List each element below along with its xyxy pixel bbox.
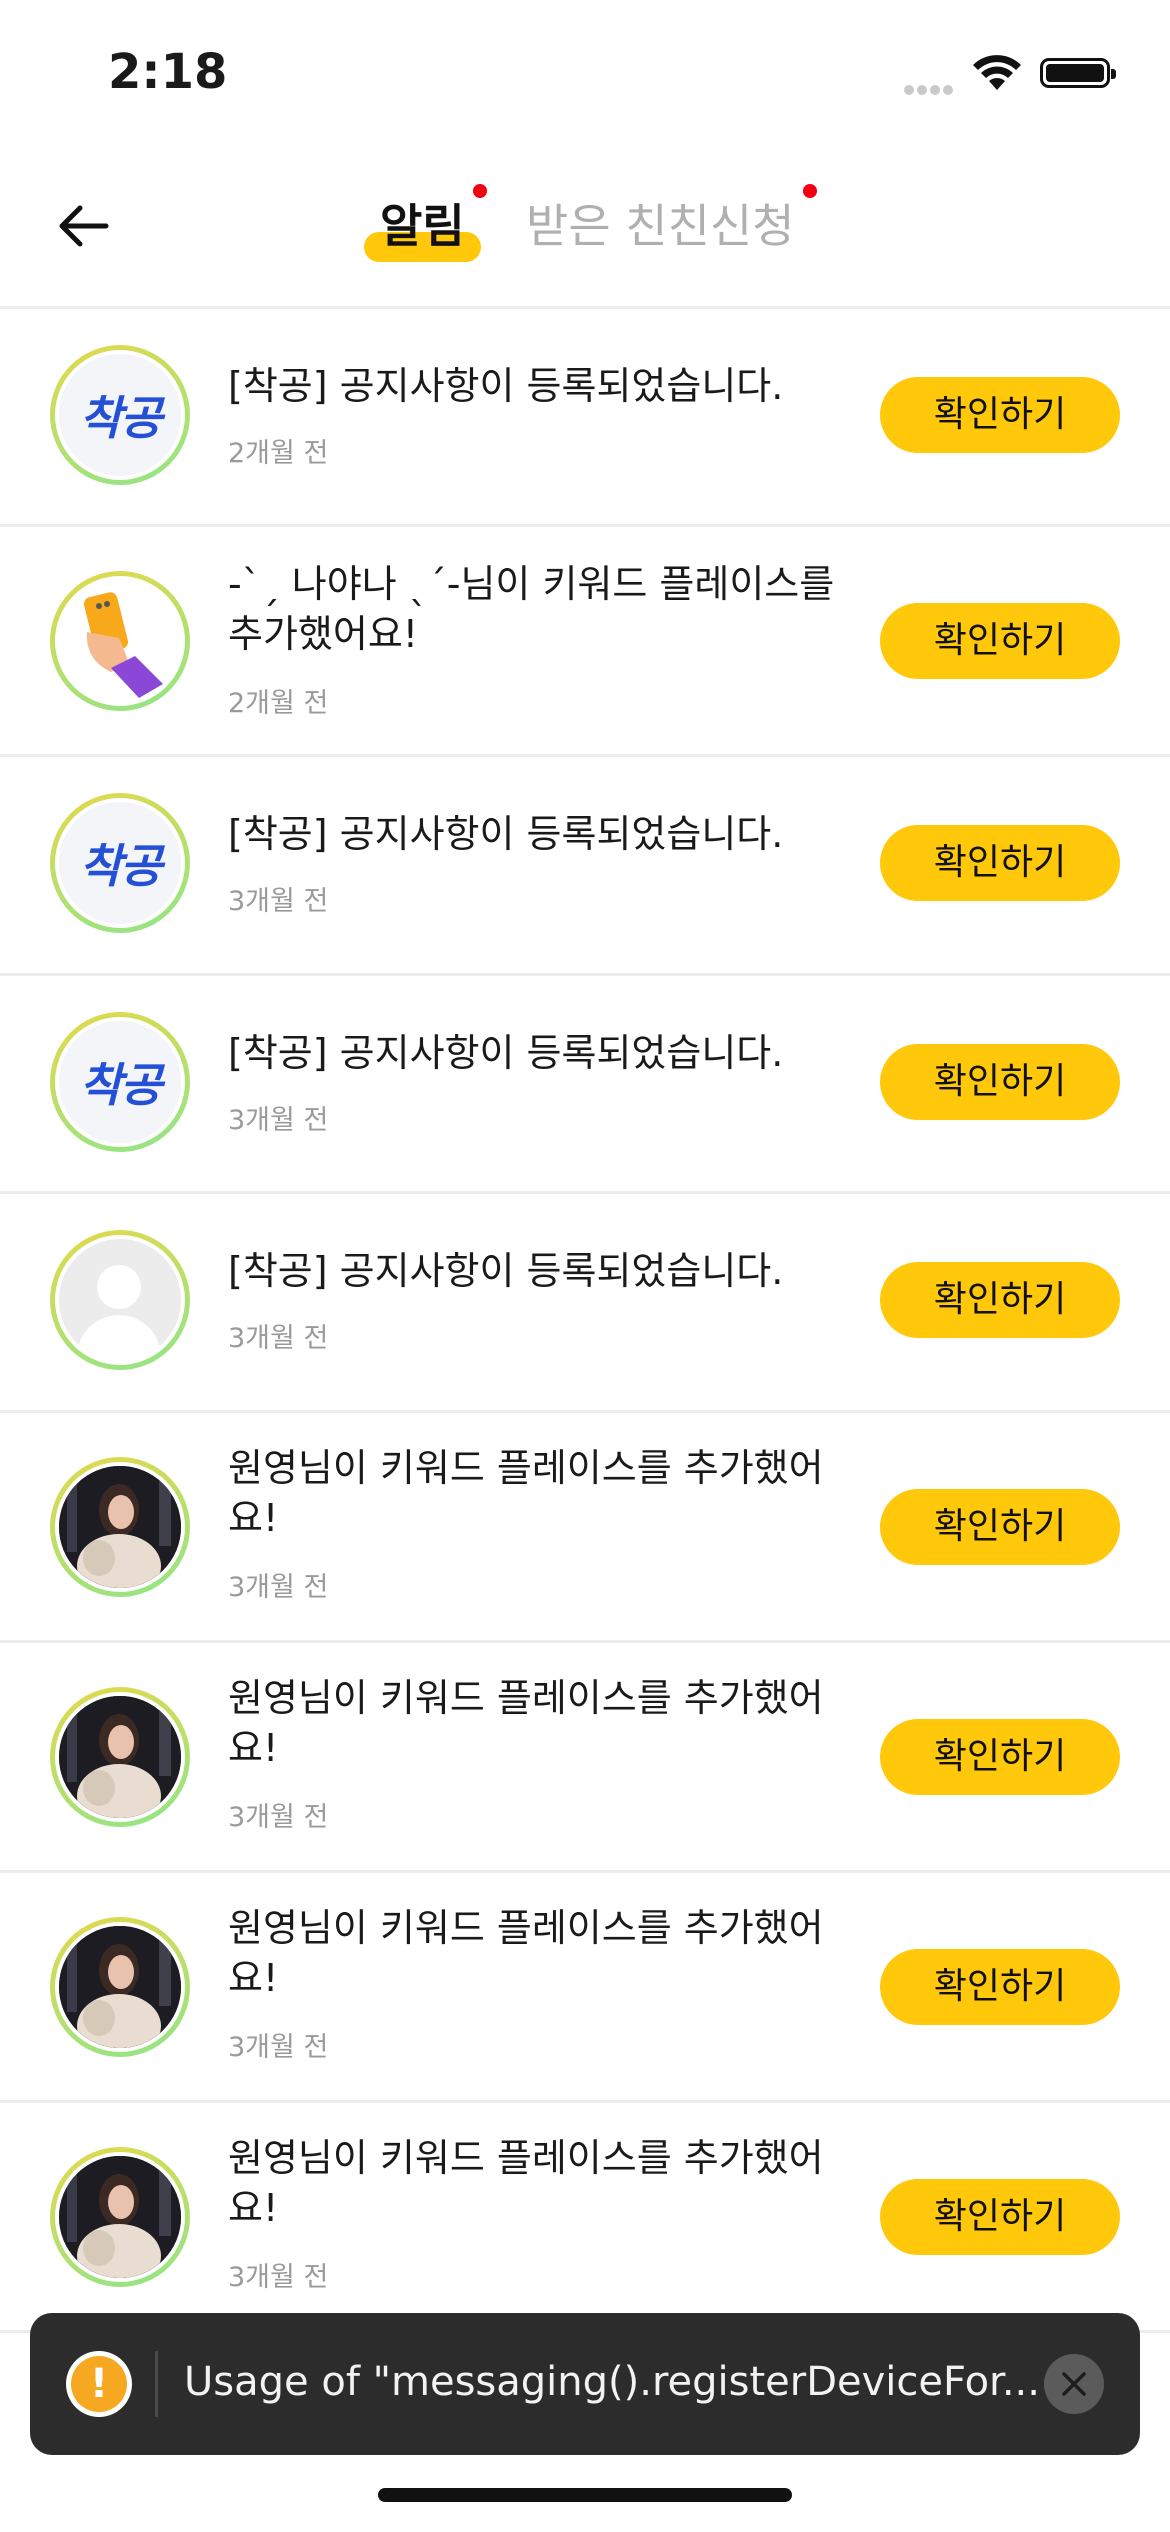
tab-notifications-label: 알림 <box>380 199 465 253</box>
warning-toast[interactable]: ! Usage of "messaging().registerDeviceFo… <box>30 2313 1140 2455</box>
confirm-button[interactable]: 확인하기 <box>880 1044 1120 1120</box>
confirm-button[interactable]: 확인하기 <box>880 1262 1120 1338</box>
notification-message: 원영님이 키워드 플레이스를 추가했어요! <box>228 1676 824 1770</box>
notification-row: 원영님이 키워드 플레이스를 추가했어요! 3개월 전 확인하기 <box>0 2103 1170 2333</box>
profile-photo <box>59 1926 181 2048</box>
signal-icon <box>904 80 956 99</box>
notification-row: 착공 [착공] 공지사항이 등록되었습니다. 3개월 전 확인하기 <box>0 976 1170 1194</box>
notification-time: 3개월 전 <box>228 1105 329 1136</box>
avatar <box>50 1230 190 1370</box>
notification-row: [착공] 공지사항이 등록되었습니다. 3개월 전 확인하기 <box>0 1194 1170 1413</box>
toast-message: Usage of "messaging().registerDeviceFor.… <box>184 2359 1040 2405</box>
status-time: 2:18 <box>108 44 228 100</box>
wifi-icon <box>973 55 1021 90</box>
notification-time: 3개월 전 <box>228 886 329 917</box>
notification-time: 2개월 전 <box>228 688 329 719</box>
notification-time: 3개월 전 <box>228 1572 329 1603</box>
home-indicator[interactable] <box>378 2488 792 2502</box>
confirm-button[interactable]: 확인하기 <box>880 603 1120 679</box>
toast-divider <box>155 2351 158 2417</box>
avatar <box>50 2147 190 2287</box>
hand-phone-emoji-icon <box>83 592 163 698</box>
avatar <box>50 1917 190 2057</box>
notification-row: 원영님이 키워드 플레이스를 추가했어요! 3개월 전 확인하기 <box>0 1643 1170 1873</box>
notification-message: 원영님이 키워드 플레이스를 추가했어요! <box>228 1906 824 2000</box>
notification-message: 원영님이 키워드 플레이스를 추가했어요! <box>228 1446 824 1540</box>
notification-row: 원영님이 키워드 플레이스를 추가했어요! 3개월 전 확인하기 <box>0 1413 1170 1643</box>
avatar <box>50 1457 190 1597</box>
notification-row: 착공 [착공] 공지사항이 등록되었습니다. 2개월 전 확인하기 <box>0 309 1170 527</box>
notification-message: -ˋˏ 나야나 ˎˊ-님이 키워드 플레이스를 추가했어요! <box>228 562 835 656</box>
avatar <box>50 1687 190 1827</box>
notification-time: 3개월 전 <box>228 2032 329 2063</box>
notification-time: 2개월 전 <box>228 438 329 469</box>
notification-row: -ˋˏ 나야나 ˎˊ-님이 키워드 플레이스를 추가했어요! 2개월 전 확인하… <box>0 527 1170 757</box>
profile-photo <box>59 1696 181 1818</box>
notification-time: 3개월 전 <box>228 1802 329 1833</box>
notification-time: 3개월 전 <box>228 1323 329 1354</box>
tab-friend-requests-label: 받은 친친신청 <box>526 199 795 253</box>
notification-message: 원영님이 키워드 플레이스를 추가했어요! <box>228 2136 824 2230</box>
notification-time: 3개월 전 <box>228 2262 329 2293</box>
confirm-button[interactable]: 확인하기 <box>880 2179 1120 2255</box>
notification-message: [착공] 공지사항이 등록되었습니다. <box>228 1031 784 1075</box>
default-avatar-icon <box>59 1239 181 1361</box>
confirm-button[interactable]: 확인하기 <box>880 1949 1120 2025</box>
warning-icon: ! <box>66 2351 132 2417</box>
header: 알림 받은 친친신청 <box>0 150 1170 309</box>
avatar <box>50 571 190 711</box>
brand-logo-text: 착공 <box>79 1058 163 1112</box>
notification-row: 착공 [착공] 공지사항이 등록되었습니다. 3개월 전 확인하기 <box>0 757 1170 976</box>
brand-logo-text: 착공 <box>79 391 163 445</box>
avatar: 착공 <box>50 345 190 485</box>
notification-row: 원영님이 키워드 플레이스를 추가했어요! 3개월 전 확인하기 <box>0 1873 1170 2103</box>
confirm-button[interactable]: 확인하기 <box>880 825 1120 901</box>
tab-friend-requests-badge <box>802 184 817 198</box>
confirm-button[interactable]: 확인하기 <box>880 1719 1120 1795</box>
confirm-button[interactable]: 확인하기 <box>880 1489 1120 1565</box>
tab-notifications-badge <box>472 184 487 198</box>
profile-photo <box>59 1466 181 1588</box>
tab-friend-requests[interactable]: 받은 친친신청 <box>526 184 817 256</box>
status-bar: 2:18 <box>0 0 1170 150</box>
notification-list: 착공 [착공] 공지사항이 등록되었습니다. 2개월 전 확인하기 -ˋˏ 나야… <box>0 309 1170 2333</box>
profile-photo <box>59 2156 181 2278</box>
notification-message: [착공] 공지사항이 등록되었습니다. <box>228 812 784 856</box>
brand-logo-text: 착공 <box>79 839 163 893</box>
close-icon[interactable] <box>1044 2354 1104 2414</box>
notification-message: [착공] 공지사항이 등록되었습니다. <box>228 364 784 408</box>
notification-message: [착공] 공지사항이 등록되었습니다. <box>228 1249 784 1293</box>
avatar: 착공 <box>50 1012 190 1152</box>
confirm-button[interactable]: 확인하기 <box>880 377 1120 453</box>
avatar: 착공 <box>50 793 190 933</box>
battery-icon <box>1040 58 1116 88</box>
back-arrow-icon[interactable] <box>54 196 114 256</box>
tab-notifications[interactable]: 알림 <box>364 184 487 262</box>
